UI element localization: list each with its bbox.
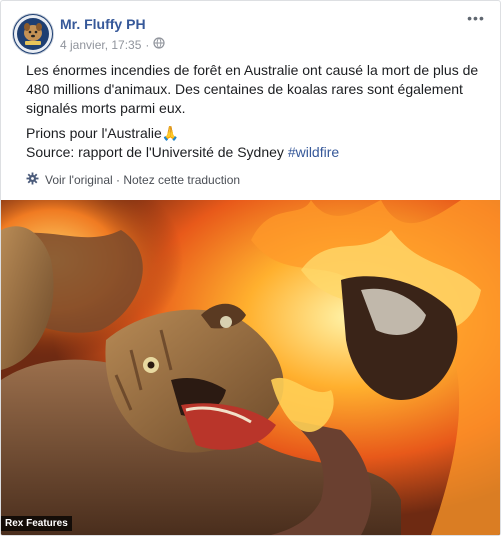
avatar[interactable] — [12, 13, 54, 55]
source-line: Source: rapport de l'Université de Sydne… — [26, 143, 486, 162]
post-card: Mr. Fluffy PH 4 janvier, 17:35 · ••• Les… — [0, 0, 501, 536]
post-options-button[interactable]: ••• — [464, 11, 488, 31]
post-paragraph: Les énormes incendies de forêt en Austra… — [26, 62, 479, 116]
burning-animals-image — [1, 200, 500, 535]
meta-separator: · — [145, 37, 150, 52]
post-header: Mr. Fluffy PH 4 janvier, 17:35 · ••• — [12, 11, 490, 55]
post-meta: 4 janvier, 17:35 · — [60, 37, 166, 52]
photo-credit: Rex Features — [1, 516, 72, 531]
post-photo[interactable]: Rex Features — [1, 200, 500, 535]
source-text: Source: rapport de l'Université de Sydne… — [26, 144, 288, 160]
translation-bar: Voir l'original · Notez cette traduction — [26, 172, 240, 188]
gear-icon — [26, 172, 39, 188]
post-timestamp[interactable]: 4 janvier, 17:35 — [60, 38, 141, 52]
post-text: Les énormes incendies de forêt en Austra… — [26, 61, 486, 162]
avatar-logo-icon — [14, 15, 52, 53]
hashtag-link[interactable]: #wildfire — [288, 144, 339, 160]
rate-translation-link[interactable]: Notez cette traduction — [123, 173, 240, 187]
author-name[interactable]: Mr. Fluffy PH — [60, 16, 146, 32]
globe-icon — [153, 37, 166, 52]
see-original-link[interactable]: Voir l'original — [45, 173, 113, 187]
link-separator: · — [112, 173, 124, 187]
prayer-line: Prions pour l'Australie🙏 — [26, 125, 180, 141]
